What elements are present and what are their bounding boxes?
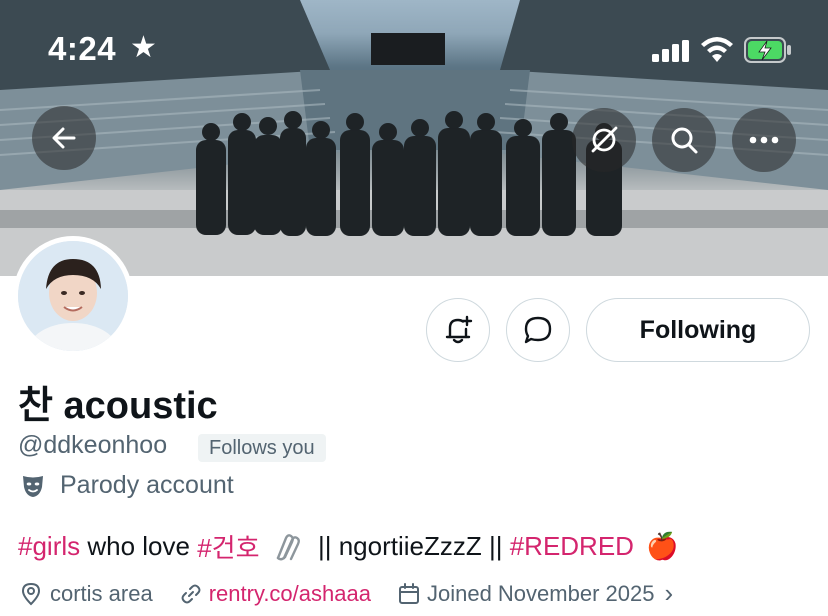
chevron-right-icon: › xyxy=(664,578,674,608)
back-button[interactable] xyxy=(32,106,96,170)
website-link[interactable]: rentry.co/ashaaa xyxy=(209,581,371,607)
profile-meta-row: cortis area rentry.co/ashaaa Joined Nove… xyxy=(20,578,673,609)
hashtag-link[interactable]: #건호 xyxy=(197,528,259,565)
website-item[interactable]: rentry.co/ashaaa xyxy=(179,581,371,607)
apple-emoji: 🍎 xyxy=(645,531,679,561)
avatar[interactable] xyxy=(13,236,133,356)
star-icon: ★ xyxy=(130,31,157,64)
follows-you-badge: Follows you xyxy=(198,434,326,462)
following-button[interactable]: Following xyxy=(586,298,810,362)
cellular-signal-icon xyxy=(652,40,689,62)
notification-bell-button[interactable] xyxy=(426,298,490,362)
hashtag-link[interactable]: #REDRED xyxy=(510,531,634,562)
location-label: cortis area xyxy=(50,580,153,606)
more-icon xyxy=(749,136,779,144)
more-button[interactable] xyxy=(732,108,796,172)
location-item: cortis area xyxy=(20,581,153,607)
paperclips-icon xyxy=(276,533,300,560)
battery-charging-icon xyxy=(744,37,791,63)
bio-text: who love xyxy=(80,531,198,561)
status-bar: 4:24 ★ xyxy=(0,0,828,100)
slash-circle-icon xyxy=(591,126,618,153)
bell-plus-icon xyxy=(445,315,473,344)
joined-label: Joined November 2025 xyxy=(426,580,655,606)
wifi-icon xyxy=(701,37,733,62)
hashtag-link[interactable]: #girls xyxy=(18,531,80,562)
search-icon xyxy=(671,127,698,154)
theater-mask-icon xyxy=(23,475,43,497)
joined-item[interactable]: Joined November 2025 › xyxy=(397,578,673,609)
chat-bubble-icon xyxy=(524,316,552,344)
arrow-left-icon xyxy=(52,127,76,149)
grok-button[interactable] xyxy=(572,108,636,172)
profile-bio: #girls who love #건호 || ngortiieZzzZ || #… xyxy=(18,528,678,565)
bio-text: || ngortiieZzzZ || xyxy=(303,531,510,561)
parody-account-row: Parody account xyxy=(20,471,234,500)
location-pin-icon xyxy=(21,582,41,605)
message-button[interactable] xyxy=(506,298,570,362)
parody-account-label: Parody account xyxy=(60,471,234,499)
status-time: 4:24 xyxy=(48,30,117,67)
search-button[interactable] xyxy=(652,108,716,172)
calendar-icon xyxy=(398,582,419,604)
user-handle: @ddkeonhoo xyxy=(18,431,168,459)
link-icon xyxy=(181,584,201,603)
display-name: 찬 acoustic xyxy=(18,385,218,427)
avatar-image xyxy=(18,241,128,351)
